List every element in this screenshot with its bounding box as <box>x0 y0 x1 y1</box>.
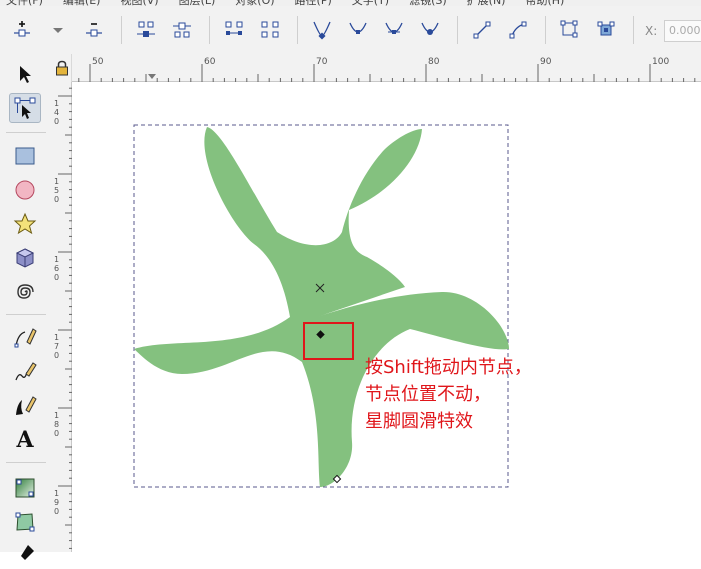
annotation-line-2: 节点位置不动， <box>365 384 491 405</box>
ruler-label: 0 <box>54 117 59 126</box>
ruler-label: 4 <box>54 108 59 117</box>
join-nodes-icon[interactable] <box>134 18 158 42</box>
pen-icon[interactable] <box>9 323 41 353</box>
ruler-label: 6 <box>54 264 59 273</box>
x-coordinate-label: X: <box>645 24 658 38</box>
delete-segment-icon[interactable] <box>258 18 282 42</box>
pencil-icon[interactable] <box>9 357 41 387</box>
ruler-label: 1 <box>54 489 59 498</box>
stroke-to-path-icon[interactable] <box>594 18 618 42</box>
ruler-label: 80 <box>428 57 440 67</box>
guide-lock-icon[interactable] <box>52 54 72 82</box>
annotation-line-1: 按Shift拖动内节点， <box>365 357 532 378</box>
text-icon[interactable]: A <box>9 425 41 455</box>
ruler-label: 70 <box>316 57 328 67</box>
make-cusp-icon[interactable] <box>310 18 334 42</box>
ruler-label: 0 <box>54 195 59 204</box>
mesh-icon[interactable] <box>9 507 41 537</box>
ruler-label: 1 <box>54 255 59 264</box>
segment-to-curve-icon[interactable] <box>506 18 530 42</box>
annotation-line-3: 星脚圆滑特效 <box>365 411 473 432</box>
tool-controls-bar: X: 0.000 <box>0 6 701 55</box>
vertical-ruler[interactable]: 140150160170180190 <box>52 82 72 552</box>
ruler-label: 60 <box>204 57 216 67</box>
segment-to-line-icon[interactable] <box>470 18 494 42</box>
ruler-label: 0 <box>54 429 59 438</box>
selector-icon[interactable] <box>9 59 41 89</box>
ruler-label: 50 <box>92 57 104 67</box>
make-symmetric-icon[interactable] <box>382 18 406 42</box>
delete-node-icon[interactable] <box>82 18 106 42</box>
ruler-label: 9 <box>54 498 59 507</box>
rectangle-icon[interactable] <box>9 141 41 171</box>
3d-box-icon[interactable] <box>9 243 41 273</box>
insert-node-icon[interactable] <box>10 18 34 42</box>
gradient-icon[interactable] <box>9 473 41 503</box>
ruler-label: 100 <box>652 57 669 67</box>
break-path-icon[interactable] <box>170 18 194 42</box>
drawing-canvas[interactable]: 按Shift拖动内节点， 节点位置不动， 星脚圆滑特效 <box>72 82 701 552</box>
horizontal-ruler[interactable]: 50 60 70 80 90 100 <box>72 54 701 82</box>
node-editor-icon[interactable] <box>9 93 41 123</box>
insert-node-dropdown-icon[interactable] <box>46 18 70 42</box>
make-smooth-icon[interactable] <box>346 18 370 42</box>
ruler-label: 5 <box>54 186 59 195</box>
ruler-label: 7 <box>54 342 59 351</box>
ruler-label: 0 <box>54 507 59 516</box>
star-icon[interactable] <box>9 209 41 239</box>
make-auto-smooth-icon[interactable] <box>418 18 442 42</box>
ruler-label: 0 <box>54 351 59 360</box>
toolbox: A <box>0 54 53 560</box>
ellipse-icon[interactable] <box>9 175 41 205</box>
ruler-label: 1 <box>54 333 59 342</box>
ruler-label: 1 <box>54 177 59 186</box>
ruler-label: 1 <box>54 99 59 108</box>
ruler-label: 0 <box>54 273 59 282</box>
ruler-label: 90 <box>540 57 552 67</box>
dropper-icon[interactable] <box>9 539 41 569</box>
spiral-icon[interactable] <box>9 277 41 307</box>
calligraphy-icon[interactable] <box>9 391 41 421</box>
ruler-label: 8 <box>54 420 59 429</box>
object-to-path-icon[interactable] <box>558 18 582 42</box>
x-coordinate-input[interactable]: 0.000 <box>664 20 701 42</box>
annotation-callout: 按Shift拖动内节点， 节点位置不动， 星脚圆滑特效 <box>365 354 532 435</box>
join-segment-icon[interactable] <box>222 18 246 42</box>
ruler-label: 1 <box>54 411 59 420</box>
